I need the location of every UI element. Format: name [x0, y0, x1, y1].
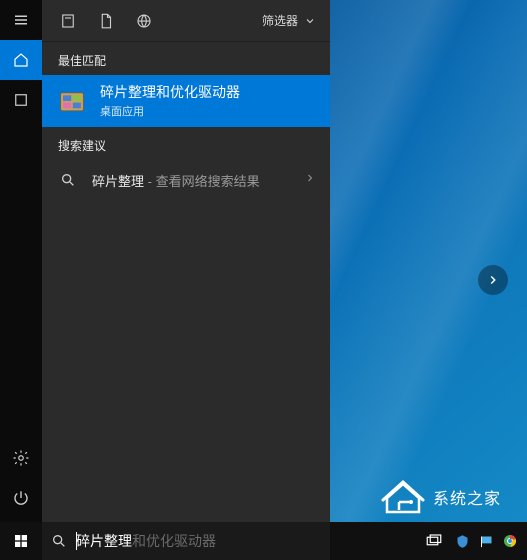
best-match-subtitle: 桌面应用: [100, 103, 240, 119]
suggestion-text: 碎片整理 - 查看网络搜索结果: [92, 171, 260, 190]
best-match-result[interactable]: 碎片整理和优化驱动器 桌面应用: [42, 75, 330, 127]
filter-label: 筛选器: [262, 12, 298, 29]
settings-rail-button[interactable]: [0, 438, 42, 478]
chevron-right-icon: [304, 171, 316, 189]
app-rail-button[interactable]: [0, 80, 42, 120]
suggestion-hint: 查看网络搜索结果: [156, 174, 260, 189]
slideshow-next-button[interactable]: [478, 265, 508, 295]
suggestions-header: 搜索建议: [42, 127, 330, 160]
watermark: 系统之家: [381, 478, 501, 516]
search-icon: [58, 170, 78, 190]
home-rail-button[interactable]: [0, 40, 42, 80]
defrag-icon: [58, 87, 86, 115]
best-match-title: 碎片整理和优化驱动器: [100, 83, 240, 101]
watermark-text: 系统之家: [433, 485, 501, 509]
web-scope-button[interactable]: [126, 3, 162, 39]
hamburger-menu-button[interactable]: [0, 0, 42, 40]
taskbar: 碎片整理和优化驱动器: [0, 522, 527, 560]
search-icon: [42, 533, 76, 549]
system-tray: [419, 522, 527, 560]
search-input-placeholder: 和优化驱动器: [132, 531, 216, 551]
flag-tray-icon[interactable]: [475, 526, 497, 556]
start-button[interactable]: [0, 522, 42, 560]
house-icon: [381, 478, 425, 516]
search-panel: 筛选器 最佳匹配 碎片整理和优化驱动器 桌面应用 搜索建议 碎片整理 - 查看网…: [42, 0, 330, 522]
power-rail-button[interactable]: [0, 478, 42, 518]
chevron-down-icon: [304, 15, 316, 27]
suggestion-query: 碎片整理: [92, 174, 144, 189]
search-suggestion-item[interactable]: 碎片整理 - 查看网络搜索结果: [42, 160, 330, 200]
task-view-button[interactable]: [419, 526, 449, 556]
chrome-tray-icon[interactable]: [499, 526, 521, 556]
text-caret: [76, 532, 77, 550]
best-match-header: 最佳匹配: [42, 42, 330, 75]
security-tray-icon[interactable]: [451, 526, 473, 556]
apps-scope-button[interactable]: [50, 3, 86, 39]
documents-scope-button[interactable]: [88, 3, 124, 39]
start-left-rail: [0, 0, 42, 522]
search-input-value: 碎片整理: [76, 531, 132, 551]
search-panel-top-bar: 筛选器: [42, 0, 330, 42]
taskbar-search-box[interactable]: 碎片整理和优化驱动器: [42, 522, 330, 560]
filter-dropdown[interactable]: 筛选器: [256, 12, 322, 29]
